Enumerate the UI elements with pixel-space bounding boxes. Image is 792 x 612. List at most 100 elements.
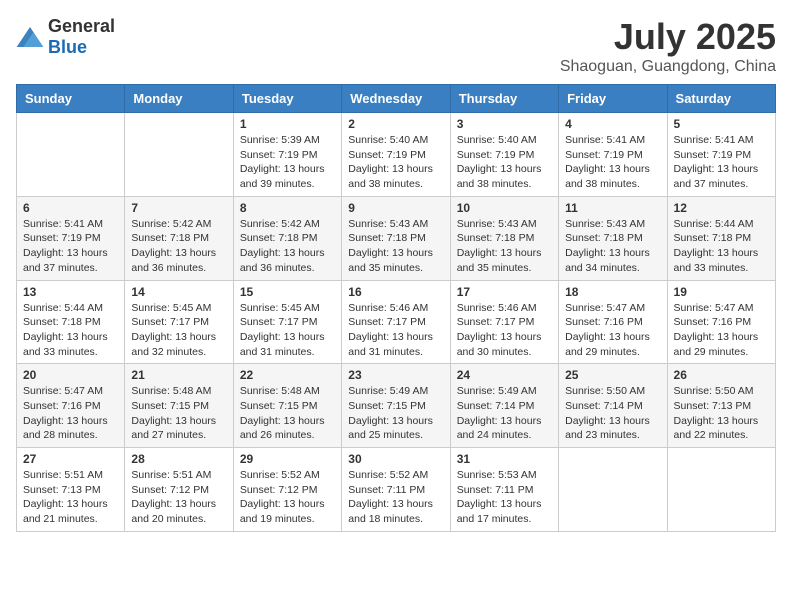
day-info: Sunrise: 5:47 AM Sunset: 7:16 PM Dayligh… bbox=[565, 301, 660, 360]
day-info: Sunrise: 5:39 AM Sunset: 7:19 PM Dayligh… bbox=[240, 133, 335, 192]
calendar-day-cell: 26Sunrise: 5:50 AM Sunset: 7:13 PM Dayli… bbox=[667, 364, 775, 448]
calendar-day-cell: 13Sunrise: 5:44 AM Sunset: 7:18 PM Dayli… bbox=[17, 280, 125, 364]
day-number: 21 bbox=[131, 368, 226, 382]
day-number: 20 bbox=[23, 368, 118, 382]
day-info: Sunrise: 5:52 AM Sunset: 7:12 PM Dayligh… bbox=[240, 468, 335, 527]
calendar: SundayMondayTuesdayWednesdayThursdayFrid… bbox=[16, 84, 776, 532]
calendar-day-cell: 19 Sunrise: 5:47 AM Sunset: 7:16 PM Dayli… bbox=[667, 280, 775, 364]
calendar-header-cell: Friday bbox=[559, 85, 667, 113]
day-info: Sunrise: 5:40 AM Sunset: 7:19 PM Dayligh… bbox=[457, 133, 552, 192]
calendar-day-cell: 25Sunrise: 5:50 AM Sunset: 7:14 PM Dayli… bbox=[559, 364, 667, 448]
day-number: 25 bbox=[565, 368, 660, 382]
day-number: 3 bbox=[457, 117, 552, 131]
logo-text: General Blue bbox=[48, 16, 115, 58]
month-title: July 2025 bbox=[560, 16, 776, 58]
day-number: 29 bbox=[240, 452, 335, 466]
calendar-day-cell: 21 Sunrise: 5:48 AM Sunset: 7:15 PM Dayli… bbox=[125, 364, 233, 448]
calendar-day-cell: 14 Sunrise: 5:45 AM Sunset: 7:17 PM Dayli… bbox=[125, 280, 233, 364]
calendar-day-cell: 17Sunrise: 5:46 AM Sunset: 7:17 PM Dayli… bbox=[450, 280, 558, 364]
day-info: Sunrise: 5:43 AM Sunset: 7:18 PM Dayligh… bbox=[457, 217, 552, 276]
day-info: Sunrise: 5:47 AM Sunset: 7:16 PM Dayligh… bbox=[674, 301, 769, 360]
day-number: 28 bbox=[131, 452, 226, 466]
calendar-day-cell: 2Sunrise: 5:40 AM Sunset: 7:19 PM Daylig… bbox=[342, 113, 450, 197]
day-info: Sunrise: 5:44 AM Sunset: 7:18 PM Dayligh… bbox=[674, 217, 769, 276]
logo-blue: Blue bbox=[48, 37, 87, 57]
day-info: Sunrise: 5:49 AM Sunset: 7:15 PM Dayligh… bbox=[348, 384, 443, 443]
day-info: Sunrise: 5:49 AM Sunset: 7:14 PM Dayligh… bbox=[457, 384, 552, 443]
calendar-day-cell: 22Sunrise: 5:48 AM Sunset: 7:15 PM Dayli… bbox=[233, 364, 341, 448]
calendar-body: 1 Sunrise: 5:39 AM Sunset: 7:19 PM Daylig… bbox=[17, 113, 776, 532]
calendar-header-cell: Thursday bbox=[450, 85, 558, 113]
day-number: 9 bbox=[348, 201, 443, 215]
day-number: 24 bbox=[457, 368, 552, 382]
calendar-day-cell: 28 Sunrise: 5:51 AM Sunset: 7:12 PM Dayli… bbox=[125, 448, 233, 532]
day-number: 26 bbox=[674, 368, 769, 382]
calendar-day-cell: 15 Sunrise: 5:45 AM Sunset: 7:17 PM Dayli… bbox=[233, 280, 341, 364]
calendar-day-cell: 31Sunrise: 5:53 AM Sunset: 7:11 PM Dayli… bbox=[450, 448, 558, 532]
calendar-header-row: SundayMondayTuesdayWednesdayThursdayFrid… bbox=[17, 85, 776, 113]
day-info: Sunrise: 5:47 AM Sunset: 7:16 PM Dayligh… bbox=[23, 384, 118, 443]
day-info: Sunrise: 5:52 AM Sunset: 7:11 PM Dayligh… bbox=[348, 468, 443, 527]
calendar-day-cell: 23 Sunrise: 5:49 AM Sunset: 7:15 PM Dayli… bbox=[342, 364, 450, 448]
day-info: Sunrise: 5:40 AM Sunset: 7:19 PM Dayligh… bbox=[348, 133, 443, 192]
calendar-day-cell: 1 Sunrise: 5:39 AM Sunset: 7:19 PM Daylig… bbox=[233, 113, 341, 197]
day-number: 1 bbox=[240, 117, 335, 131]
day-info: Sunrise: 5:51 AM Sunset: 7:12 PM Dayligh… bbox=[131, 468, 226, 527]
calendar-week-row: 13Sunrise: 5:44 AM Sunset: 7:18 PM Dayli… bbox=[17, 280, 776, 364]
day-info: Sunrise: 5:42 AM Sunset: 7:18 PM Dayligh… bbox=[240, 217, 335, 276]
day-info: Sunrise: 5:41 AM Sunset: 7:19 PM Dayligh… bbox=[674, 133, 769, 192]
day-info: Sunrise: 5:45 AM Sunset: 7:17 PM Dayligh… bbox=[131, 301, 226, 360]
calendar-header-cell: Monday bbox=[125, 85, 233, 113]
title-area: July 2025 Shaoguan, Guangdong, China bbox=[560, 16, 776, 76]
calendar-header-cell: Tuesday bbox=[233, 85, 341, 113]
day-number: 8 bbox=[240, 201, 335, 215]
day-number: 15 bbox=[240, 285, 335, 299]
calendar-day-cell bbox=[667, 448, 775, 532]
logo: General Blue bbox=[16, 16, 115, 58]
calendar-day-cell: 10 Sunrise: 5:43 AM Sunset: 7:18 PM Dayli… bbox=[450, 196, 558, 280]
day-number: 10 bbox=[457, 201, 552, 215]
logo-icon bbox=[16, 27, 44, 47]
calendar-header-cell: Sunday bbox=[17, 85, 125, 113]
logo-general: General bbox=[48, 16, 115, 36]
header: General Blue July 2025 Shaoguan, Guangdo… bbox=[16, 16, 776, 76]
day-info: Sunrise: 5:45 AM Sunset: 7:17 PM Dayligh… bbox=[240, 301, 335, 360]
calendar-week-row: 6 Sunrise: 5:41 AM Sunset: 7:19 PM Daylig… bbox=[17, 196, 776, 280]
calendar-day-cell bbox=[17, 113, 125, 197]
day-number: 18 bbox=[565, 285, 660, 299]
day-number: 12 bbox=[674, 201, 769, 215]
day-info: Sunrise: 5:43 AM Sunset: 7:18 PM Dayligh… bbox=[565, 217, 660, 276]
location-title: Shaoguan, Guangdong, China bbox=[560, 58, 776, 76]
calendar-day-cell: 6 Sunrise: 5:41 AM Sunset: 7:19 PM Daylig… bbox=[17, 196, 125, 280]
day-info: Sunrise: 5:41 AM Sunset: 7:19 PM Dayligh… bbox=[565, 133, 660, 192]
day-info: Sunrise: 5:44 AM Sunset: 7:18 PM Dayligh… bbox=[23, 301, 118, 360]
day-info: Sunrise: 5:48 AM Sunset: 7:15 PM Dayligh… bbox=[131, 384, 226, 443]
calendar-day-cell: 8 Sunrise: 5:42 AM Sunset: 7:18 PM Daylig… bbox=[233, 196, 341, 280]
day-number: 22 bbox=[240, 368, 335, 382]
calendar-day-cell: 30Sunrise: 5:52 AM Sunset: 7:11 PM Dayli… bbox=[342, 448, 450, 532]
day-info: Sunrise: 5:43 AM Sunset: 7:18 PM Dayligh… bbox=[348, 217, 443, 276]
day-number: 27 bbox=[23, 452, 118, 466]
calendar-day-cell bbox=[125, 113, 233, 197]
day-number: 7 bbox=[131, 201, 226, 215]
day-number: 6 bbox=[23, 201, 118, 215]
calendar-week-row: 1 Sunrise: 5:39 AM Sunset: 7:19 PM Daylig… bbox=[17, 113, 776, 197]
day-info: Sunrise: 5:46 AM Sunset: 7:17 PM Dayligh… bbox=[348, 301, 443, 360]
calendar-day-cell: 12 Sunrise: 5:44 AM Sunset: 7:18 PM Dayli… bbox=[667, 196, 775, 280]
day-number: 16 bbox=[348, 285, 443, 299]
day-number: 14 bbox=[131, 285, 226, 299]
calendar-day-cell: 16 Sunrise: 5:46 AM Sunset: 7:17 PM Dayli… bbox=[342, 280, 450, 364]
day-number: 5 bbox=[674, 117, 769, 131]
day-number: 4 bbox=[565, 117, 660, 131]
day-info: Sunrise: 5:41 AM Sunset: 7:19 PM Dayligh… bbox=[23, 217, 118, 276]
day-number: 23 bbox=[348, 368, 443, 382]
calendar-header-cell: Wednesday bbox=[342, 85, 450, 113]
day-info: Sunrise: 5:51 AM Sunset: 7:13 PM Dayligh… bbox=[23, 468, 118, 527]
day-number: 31 bbox=[457, 452, 552, 466]
calendar-day-cell: 7Sunrise: 5:42 AM Sunset: 7:18 PM Daylig… bbox=[125, 196, 233, 280]
calendar-day-cell: 18 Sunrise: 5:47 AM Sunset: 7:16 PM Dayli… bbox=[559, 280, 667, 364]
calendar-day-cell: 11Sunrise: 5:43 AM Sunset: 7:18 PM Dayli… bbox=[559, 196, 667, 280]
day-number: 19 bbox=[674, 285, 769, 299]
calendar-day-cell: 4 Sunrise: 5:41 AM Sunset: 7:19 PM Daylig… bbox=[559, 113, 667, 197]
calendar-header-cell: Saturday bbox=[667, 85, 775, 113]
